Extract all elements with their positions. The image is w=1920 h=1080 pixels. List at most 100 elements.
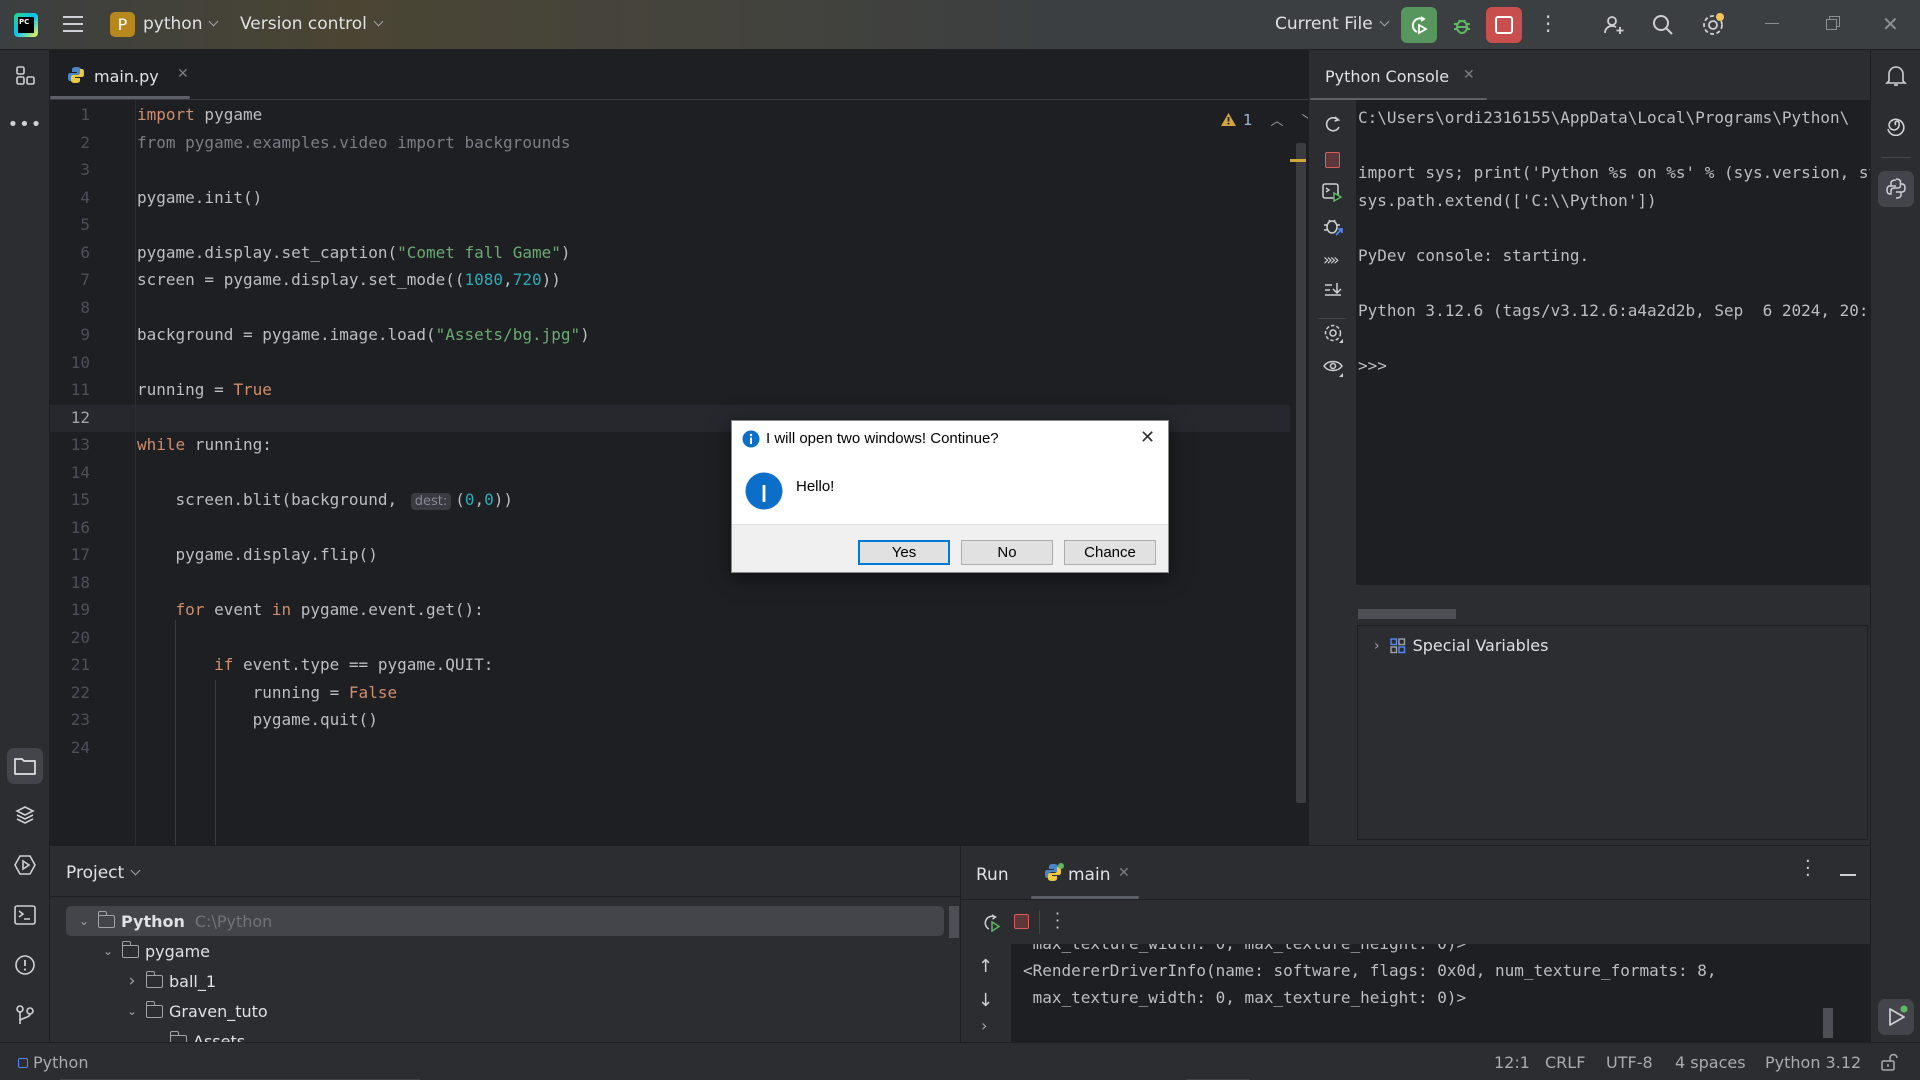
- chance-button[interactable]: Chance: [1064, 540, 1156, 565]
- chevron-down-icon[interactable]: ⌄: [74, 914, 94, 928]
- python-console-button[interactable]: [1878, 171, 1914, 207]
- line-number[interactable]: 2: [50, 133, 90, 152]
- ai-assistant-button[interactable]: [1878, 107, 1914, 143]
- python-interpreter[interactable]: Python 3.12: [1765, 1053, 1861, 1072]
- line-number[interactable]: 10: [50, 353, 90, 372]
- code-line[interactable]: running = False: [137, 683, 398, 702]
- tab-python-console[interactable]: Python Console: [1325, 67, 1449, 86]
- restore-window-button[interactable]: [1826, 19, 1837, 30]
- line-separator[interactable]: CRLF: [1545, 1053, 1585, 1072]
- rerun-console-icon[interactable]: [1323, 114, 1343, 138]
- chevron-right-icon[interactable]: ›: [122, 971, 142, 991]
- stop-button[interactable]: [1486, 7, 1522, 43]
- attach-debugger-icon[interactable]: [1322, 215, 1344, 241]
- line-number[interactable]: 18: [50, 573, 90, 592]
- code-line[interactable]: pygame.init(): [137, 188, 262, 207]
- caret-position[interactable]: 12:1: [1494, 1053, 1530, 1072]
- close-tab-icon[interactable]: ✕: [177, 66, 189, 82]
- services-tool-button[interactable]: [7, 847, 43, 883]
- line-number[interactable]: 19: [50, 600, 90, 619]
- main-menu-icon[interactable]: [63, 16, 83, 32]
- stop-console-icon[interactable]: [1325, 152, 1340, 168]
- line-number[interactable]: 17: [50, 545, 90, 564]
- code-with-me-button[interactable]: [1596, 7, 1632, 43]
- rerun-button[interactable]: [1401, 7, 1437, 43]
- previous-highlight-icon[interactable]: ︿: [1271, 110, 1284, 129]
- line-number[interactable]: 11: [50, 380, 90, 399]
- scroll-to-end-icon[interactable]: [1323, 280, 1343, 304]
- console-h-scrollbar[interactable]: [1358, 609, 1456, 619]
- console-settings-icon[interactable]: [1323, 322, 1345, 348]
- special-variables-row[interactable]: › Special Variables: [1374, 636, 1548, 655]
- scroll-up-icon[interactable]: ↑: [978, 956, 993, 977]
- line-number[interactable]: 8: [50, 298, 90, 317]
- line-number[interactable]: 14: [50, 463, 90, 482]
- terminal-tool-button[interactable]: [7, 897, 43, 933]
- line-number[interactable]: 9: [50, 325, 90, 344]
- run-tool-button[interactable]: [1878, 999, 1914, 1035]
- line-number[interactable]: 24: [50, 738, 90, 757]
- run-more-icon[interactable]: · · ·: [1055, 906, 1060, 936]
- line-number[interactable]: 7: [50, 270, 90, 289]
- close-run-tab-icon[interactable]: ✕: [1118, 865, 1130, 881]
- expand-icon[interactable]: ›: [981, 1016, 987, 1035]
- indent-setting[interactable]: 4 spaces: [1675, 1053, 1746, 1072]
- search-button[interactable]: [1645, 7, 1681, 43]
- dialog-close-button[interactable]: ✕: [1140, 427, 1155, 448]
- code-line[interactable]: pygame.quit(): [137, 710, 378, 729]
- project-badge[interactable]: P: [110, 12, 135, 37]
- project-breadcrumb[interactable]: Python: [18, 1053, 88, 1072]
- layers-tool-button[interactable]: [7, 797, 43, 833]
- line-number[interactable]: 5: [50, 215, 90, 234]
- notifications-button[interactable]: [1878, 58, 1914, 94]
- project-tool-button[interactable]: [7, 748, 43, 784]
- minimize-window-button[interactable]: [1765, 23, 1779, 24]
- run-options-icon[interactable]: · · ·: [1805, 853, 1811, 885]
- tree-item[interactable]: ⌄ pygame: [66, 936, 210, 966]
- line-number[interactable]: 20: [50, 628, 90, 647]
- no-button[interactable]: No: [961, 540, 1053, 565]
- stop-run-icon[interactable]: [1014, 914, 1029, 929]
- code-line[interactable]: screen.blit(background, dest: (0,0)): [137, 490, 513, 510]
- run-console-icon[interactable]: [1322, 182, 1344, 208]
- file-encoding[interactable]: UTF-8: [1606, 1053, 1653, 1072]
- close-console-tab-icon[interactable]: ✕: [1463, 67, 1475, 83]
- structure-tool-button[interactable]: [7, 58, 43, 94]
- line-number[interactable]: 16: [50, 518, 90, 537]
- hide-panel-icon[interactable]: [1840, 874, 1856, 876]
- tree-item[interactable]: ⌄ Python C:\Python: [66, 906, 944, 936]
- code-line[interactable]: from pygame.examples.video import backgr…: [137, 133, 570, 152]
- code-line[interactable]: while running:: [137, 435, 272, 454]
- tab-main-py[interactable]: main.py ✕: [50, 50, 204, 100]
- execute-all-icon[interactable]: »»: [1323, 250, 1339, 269]
- pycharm-logo-icon[interactable]: PC: [14, 13, 38, 37]
- debug-button[interactable]: [1444, 7, 1480, 43]
- problems-tool-button[interactable]: [7, 947, 43, 983]
- chevron-down-icon[interactable]: ⌄: [98, 944, 118, 958]
- line-number[interactable]: 1: [50, 105, 90, 124]
- code-line[interactable]: if event.type == pygame.QUIT:: [137, 655, 493, 674]
- line-number[interactable]: 4: [50, 188, 90, 207]
- tree-item[interactable]: › ball_1: [66, 966, 216, 996]
- tree-item[interactable]: ⌄ Graven_tuto: [66, 996, 268, 1026]
- line-number[interactable]: 22: [50, 683, 90, 702]
- yes-button[interactable]: Yes: [858, 540, 950, 565]
- line-number[interactable]: 6: [50, 243, 90, 262]
- scroll-down-icon[interactable]: ↓: [978, 990, 993, 1011]
- console-output[interactable]: C:\Users\ordi2316155\AppData\Local\Progr…: [1356, 100, 1870, 585]
- tree-item[interactable]: ⌄ Assets: [66, 1026, 245, 1042]
- run-config-selector[interactable]: Current File: [1275, 14, 1390, 34]
- vcs-selector[interactable]: Version control: [240, 14, 384, 34]
- chevron-down-icon[interactable]: ⌄: [122, 1004, 142, 1018]
- settings-button[interactable]: [1695, 7, 1731, 43]
- chevron-down-icon[interactable]: ⌄: [146, 1034, 166, 1042]
- more-tools-button[interactable]: •••: [7, 106, 43, 142]
- run-output[interactable]: max_texture_width: 0, max_texture_height…: [1011, 944, 1870, 1042]
- line-number[interactable]: 21: [50, 655, 90, 674]
- more-actions-icon[interactable]: · · ·: [1545, 7, 1551, 41]
- warning-marker[interactable]: [1290, 159, 1306, 162]
- show-variables-icon[interactable]: [1323, 356, 1345, 382]
- line-number[interactable]: 3: [50, 160, 90, 179]
- tab-run-main[interactable]: main ✕: [1031, 846, 1153, 899]
- rerun-icon[interactable]: [981, 912, 1001, 932]
